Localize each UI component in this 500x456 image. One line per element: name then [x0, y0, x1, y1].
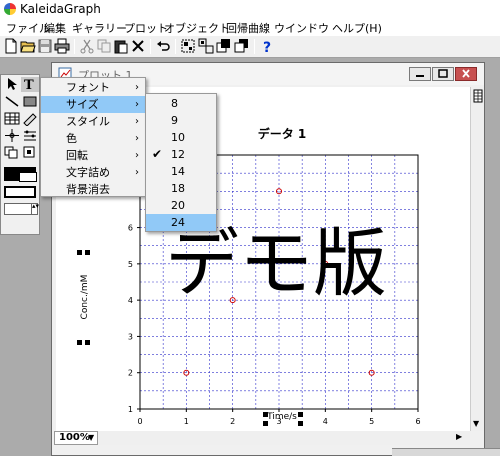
- x-tick-label: 2: [230, 417, 235, 426]
- data-list-icon[interactable]: [473, 89, 483, 103]
- app-title: KaleidaGraph: [20, 2, 101, 16]
- line-width-selector[interactable]: [4, 186, 36, 198]
- print-icon[interactable]: [54, 38, 70, 54]
- undo-icon[interactable]: [156, 38, 172, 54]
- menu-gallery[interactable]: ギャラリー: [72, 20, 127, 36]
- size-option-24[interactable]: 24: [146, 214, 216, 231]
- table-tool-icon[interactable]: [3, 111, 21, 126]
- pen-tool-icon[interactable]: [21, 111, 39, 126]
- send-back-icon[interactable]: [234, 38, 250, 54]
- menu-plot[interactable]: プロット: [124, 20, 168, 36]
- x-tick-label: 5: [369, 417, 374, 426]
- lasso-tool-icon[interactable]: [21, 145, 39, 160]
- toolbar-separator: [254, 39, 255, 54]
- size-option-8[interactable]: 8: [146, 95, 216, 112]
- new-icon[interactable]: [3, 38, 19, 54]
- y-tick-label: 4: [128, 296, 133, 305]
- svg-text:T: T: [24, 78, 34, 92]
- group-icon[interactable]: [180, 38, 196, 54]
- scroll-down-arrow-icon[interactable]: ▼: [473, 419, 479, 428]
- crosshair-tool-icon[interactable]: [3, 128, 21, 143]
- x-tick-label: 0: [137, 417, 142, 426]
- text-tool-icon[interactable]: T: [21, 77, 39, 92]
- help-icon[interactable]: ?: [259, 38, 275, 54]
- menu-item-erase-background[interactable]: 背景消去: [41, 181, 145, 198]
- svg-text:?: ?: [263, 40, 271, 54]
- menu-item-color[interactable]: 色 ›: [41, 130, 145, 147]
- vertical-scrollbar[interactable]: ▼: [470, 87, 484, 431]
- menu-item-rotate[interactable]: 回転 ›: [41, 147, 145, 164]
- checkmark-icon: ✔: [152, 147, 163, 161]
- toolbar-separator: [150, 39, 151, 54]
- menu-edit[interactable]: 編集: [44, 20, 66, 36]
- menu-item-size[interactable]: サイズ ›: [41, 96, 145, 113]
- y-axis-label[interactable]: Conc./mM: [80, 275, 90, 320]
- x-tick-label: 4: [323, 417, 328, 426]
- kaleidagraph-logo-icon: [4, 3, 16, 15]
- menu-object[interactable]: オブジェクト: [164, 20, 230, 36]
- cut-icon[interactable]: [79, 38, 95, 54]
- y-tick-label: 1: [128, 405, 133, 414]
- y-tick-label: 6: [128, 224, 133, 233]
- format-menu: フォント › サイズ › スタイル › 色 › 回転 › 文字詰め › 背景消去: [40, 77, 146, 197]
- clone-tool-icon[interactable]: [3, 145, 21, 160]
- horizontal-scrollbar[interactable]: ▶: [56, 431, 470, 445]
- menu-help[interactable]: ヘルプ(H): [332, 20, 382, 36]
- data-selector-icon[interactable]: [21, 128, 39, 143]
- y-tick-label: 5: [128, 260, 133, 269]
- scroll-right-arrow-icon[interactable]: ▶: [456, 432, 462, 441]
- tool-palette: T ▴▾: [0, 74, 40, 235]
- minimized-window-strip[interactable]: [392, 448, 500, 456]
- copy-icon[interactable]: [96, 38, 112, 54]
- menu-item-style[interactable]: スタイル ›: [41, 113, 145, 130]
- y-tick-label: 2: [128, 369, 133, 378]
- minimize-button[interactable]: [409, 67, 431, 81]
- size-submenu: 8 9 10 ✔ 12 14 18 20 24: [145, 93, 217, 232]
- fill-color-swatch[interactable]: [4, 167, 37, 182]
- paste-icon[interactable]: [113, 38, 129, 54]
- toolbar: ?: [0, 36, 500, 58]
- size-option-20[interactable]: 20: [146, 197, 216, 214]
- toolbar-separator: [74, 39, 75, 54]
- save-icon[interactable]: [37, 38, 53, 54]
- ungroup-icon[interactable]: [198, 38, 214, 54]
- menu-item-font[interactable]: フォント ›: [41, 79, 145, 96]
- size-option-10[interactable]: 10: [146, 129, 216, 146]
- menubar: ファイル 編集 ギャラリー プロット オブジェクト 回帰曲線 ウインドウ ヘルプ…: [0, 18, 500, 36]
- rectangle-tool-icon[interactable]: [21, 94, 39, 109]
- size-option-14[interactable]: 14: [146, 163, 216, 180]
- size-option-12[interactable]: ✔ 12: [146, 146, 216, 163]
- size-option-9[interactable]: 9: [146, 112, 216, 129]
- line-tool-icon[interactable]: [3, 94, 21, 109]
- demo-watermark: デモ版: [165, 221, 387, 307]
- select-arrow-icon[interactable]: [3, 77, 21, 92]
- chevron-down-icon[interactable]: ▼: [88, 432, 94, 444]
- menu-window[interactable]: ウインドウ: [274, 20, 329, 36]
- menu-curve-fit[interactable]: 回帰曲線: [226, 20, 270, 36]
- x-axis-label[interactable]: Time/s: [266, 412, 297, 422]
- open-icon[interactable]: [20, 38, 36, 54]
- pattern-stepper[interactable]: ▴▾: [4, 203, 39, 215]
- maximize-button[interactable]: [432, 67, 454, 81]
- y-axis-label-group[interactable]: Conc./mM: [80, 275, 90, 320]
- toolbar-separator: [175, 39, 176, 54]
- menu-item-kerning[interactable]: 文字詰め ›: [41, 164, 145, 181]
- zoom-selector[interactable]: 100% ▼: [54, 431, 98, 445]
- chart-title: データ 1: [258, 126, 307, 141]
- size-option-18[interactable]: 18: [146, 180, 216, 197]
- x-tick-label: 1: [184, 417, 189, 426]
- close-button[interactable]: [455, 67, 477, 81]
- zoom-value: 100%: [59, 432, 90, 443]
- y-tick-label: 3: [128, 332, 133, 341]
- app-titlebar: KaleidaGraph: [0, 0, 500, 18]
- x-tick-label: 6: [415, 417, 420, 426]
- clear-icon[interactable]: [130, 38, 146, 54]
- bring-front-icon[interactable]: [216, 38, 232, 54]
